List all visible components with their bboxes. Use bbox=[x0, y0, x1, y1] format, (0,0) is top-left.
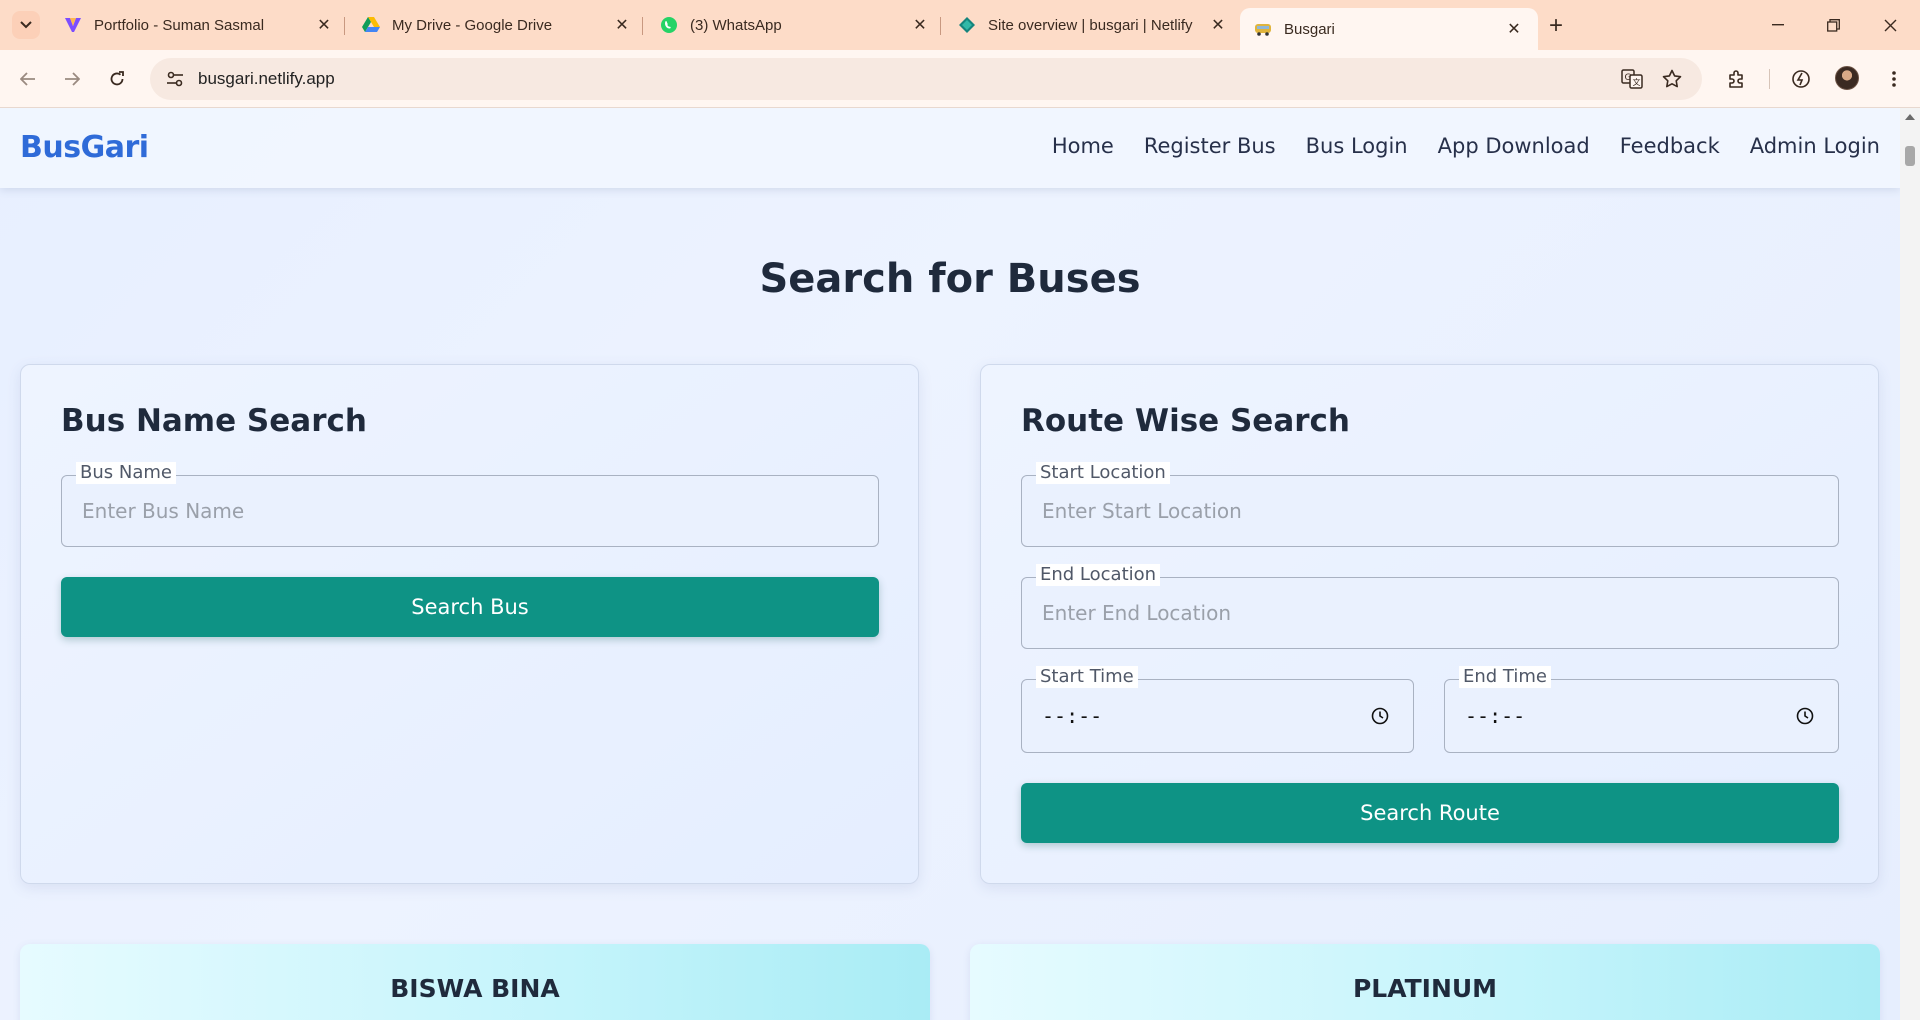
bus-name-input[interactable] bbox=[82, 476, 858, 546]
start-location-field: Start Location bbox=[1021, 462, 1839, 547]
url-text: busgari.netlify.app bbox=[198, 69, 335, 88]
tab-busgari[interactable]: Busgari ✕ bbox=[1240, 8, 1538, 50]
bus-name-search-card: Bus Name Search Bus Name Search Bus bbox=[20, 364, 919, 884]
performance-icon[interactable] bbox=[1787, 65, 1815, 93]
bus-name-field: Bus Name bbox=[61, 462, 879, 547]
scroll-up-arrow-icon[interactable] bbox=[1905, 114, 1915, 120]
tab-divider bbox=[940, 17, 941, 35]
tab-title: (3) WhatsApp bbox=[690, 16, 782, 34]
end-location-field: End Location bbox=[1021, 564, 1839, 649]
browser-toolbar: busgari.netlify.app G文 bbox=[0, 50, 1920, 108]
clock-icon[interactable] bbox=[1796, 707, 1814, 725]
netlify-icon bbox=[958, 16, 976, 34]
bookmark-star-icon[interactable] bbox=[1660, 67, 1684, 91]
bus-name-search-heading: Bus Name Search bbox=[61, 403, 367, 439]
chevron-down-icon bbox=[20, 21, 32, 29]
restore-icon[interactable] bbox=[1813, 10, 1853, 40]
bus-card[interactable]: BISWA BINA bbox=[20, 944, 930, 1020]
address-bar[interactable]: busgari.netlify.app G文 bbox=[150, 58, 1702, 100]
profile-avatar[interactable] bbox=[1835, 66, 1859, 90]
route-wise-search-card: Route Wise Search Start Location End Loc… bbox=[980, 364, 1879, 884]
nav-feedback[interactable]: Feedback bbox=[1620, 134, 1720, 158]
reload-icon[interactable] bbox=[103, 65, 131, 93]
tab-google-drive[interactable]: My Drive - Google Drive ✕ bbox=[348, 8, 646, 42]
svg-text:文: 文 bbox=[1633, 77, 1641, 87]
end-time-value[interactable]: --:-- bbox=[1465, 680, 1525, 752]
google-drive-icon bbox=[362, 16, 380, 34]
bus-card[interactable]: PLATINUM bbox=[970, 944, 1880, 1020]
translate-icon[interactable]: G文 bbox=[1620, 67, 1644, 91]
menu-kebab-icon[interactable] bbox=[1880, 65, 1908, 93]
main-nav: Home Register Bus Bus Login App Download… bbox=[1052, 134, 1880, 158]
tab-divider bbox=[344, 17, 345, 35]
end-time-field[interactable]: End Time --:-- bbox=[1444, 666, 1839, 753]
start-location-input[interactable] bbox=[1042, 476, 1818, 546]
page-scrollbar[interactable] bbox=[1900, 108, 1920, 1020]
page-viewport: BusGari Home Register Bus Bus Login App … bbox=[0, 108, 1920, 1020]
site-header: BusGari Home Register Bus Bus Login App … bbox=[0, 108, 1900, 188]
scrollbar-thumb[interactable] bbox=[1905, 146, 1915, 166]
nav-home[interactable]: Home bbox=[1052, 134, 1114, 158]
extensions-puzzle-icon[interactable] bbox=[1723, 65, 1751, 93]
tab-divider bbox=[642, 17, 643, 35]
tab-portfolio[interactable]: Portfolio - Suman Sasmal ✕ bbox=[50, 8, 348, 42]
forward-arrow-icon[interactable] bbox=[58, 65, 86, 93]
tab-search-button[interactable] bbox=[12, 11, 40, 39]
bus-name: BISWA BINA bbox=[390, 974, 560, 1003]
close-icon[interactable]: ✕ bbox=[910, 15, 930, 35]
route-wise-search-heading: Route Wise Search bbox=[1021, 403, 1350, 439]
nav-register-bus[interactable]: Register Bus bbox=[1144, 134, 1276, 158]
start-time-field[interactable]: Start Time --:-- bbox=[1021, 666, 1414, 753]
page-title: Search for Buses bbox=[759, 256, 1141, 302]
nav-app-download[interactable]: App Download bbox=[1438, 134, 1590, 158]
close-icon[interactable]: ✕ bbox=[314, 15, 334, 35]
busgari-favicon bbox=[1254, 20, 1272, 38]
brand-logo[interactable]: BusGari bbox=[20, 130, 149, 165]
clock-icon[interactable] bbox=[1371, 707, 1389, 725]
back-arrow-icon[interactable] bbox=[14, 65, 42, 93]
tab-title: Site overview | busgari | Netlify bbox=[988, 16, 1193, 34]
bus-name: PLATINUM bbox=[1352, 974, 1498, 1003]
nav-admin-login[interactable]: Admin Login bbox=[1750, 134, 1880, 158]
site-info-icon[interactable] bbox=[162, 66, 188, 92]
search-bus-button[interactable]: Search Bus bbox=[61, 577, 879, 637]
new-tab-button[interactable]: + bbox=[1542, 12, 1570, 40]
window-close-icon[interactable] bbox=[1870, 10, 1910, 40]
nav-bus-login[interactable]: Bus Login bbox=[1306, 134, 1408, 158]
start-time-value[interactable]: --:-- bbox=[1042, 680, 1102, 752]
tab-title: Busgari bbox=[1284, 20, 1335, 38]
toolbar-divider bbox=[1769, 69, 1770, 89]
close-icon[interactable]: ✕ bbox=[1208, 15, 1228, 35]
tab-title: Portfolio - Suman Sasmal bbox=[94, 16, 265, 34]
search-route-button[interactable]: Search Route bbox=[1021, 783, 1839, 843]
tab-title: My Drive - Google Drive bbox=[392, 16, 553, 34]
browser-tab-strip: Portfolio - Suman Sasmal ✕ My Drive - Go… bbox=[0, 0, 1920, 50]
end-location-input[interactable] bbox=[1042, 578, 1818, 648]
close-icon[interactable]: ✕ bbox=[612, 15, 632, 35]
close-icon[interactable]: ✕ bbox=[1504, 19, 1524, 39]
portfolio-v-icon bbox=[64, 16, 82, 34]
tab-whatsapp[interactable]: (3) WhatsApp ✕ bbox=[646, 8, 944, 42]
tab-netlify[interactable]: Site overview | busgari | Netlify ✕ bbox=[944, 8, 1242, 42]
whatsapp-icon bbox=[660, 16, 678, 34]
minimize-icon[interactable] bbox=[1758, 10, 1798, 40]
